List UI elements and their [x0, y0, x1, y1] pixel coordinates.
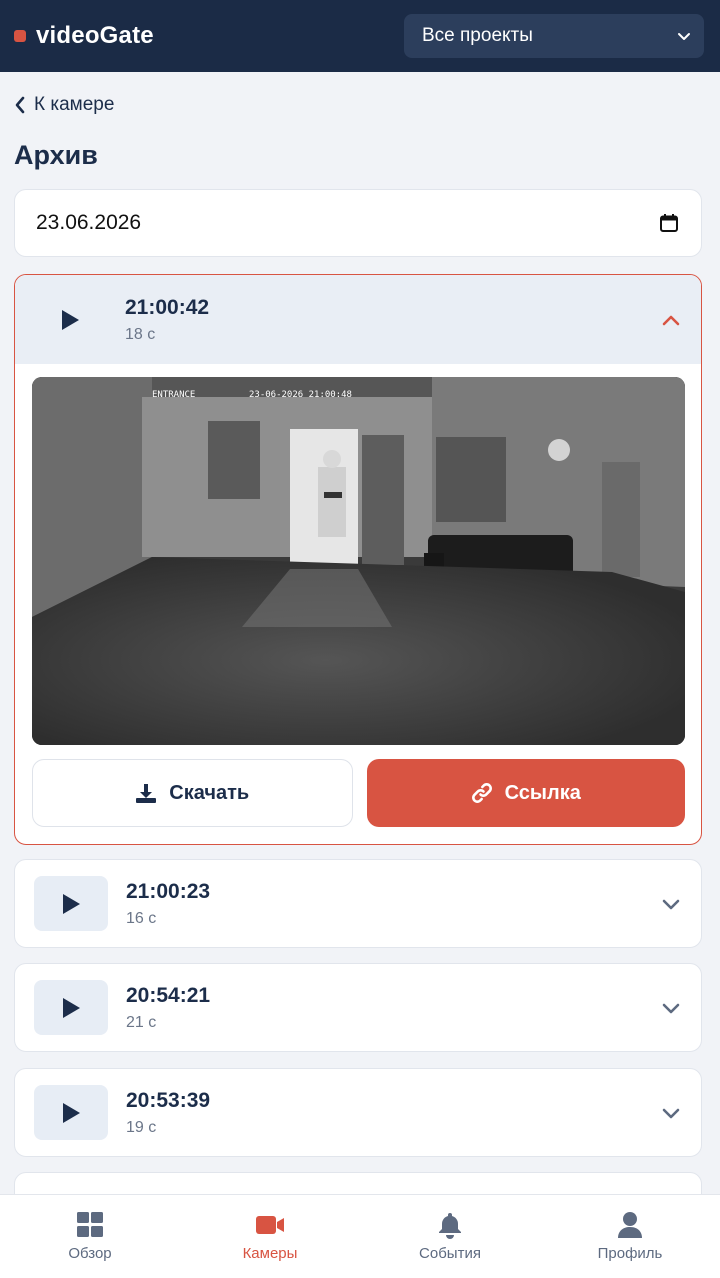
- nav-label: Обзор: [68, 1245, 112, 1262]
- nav-label: События: [419, 1245, 481, 1262]
- play-button[interactable]: [34, 876, 108, 931]
- nav-label: Камеры: [242, 1245, 298, 1262]
- record-time: 20:53:39: [126, 1088, 211, 1112]
- record-duration: 21 с: [126, 1013, 157, 1031]
- link-icon: [471, 783, 492, 803]
- play-button[interactable]: [34, 1085, 108, 1140]
- play-button[interactable]: [15, 275, 125, 364]
- video-overlay-label: ENTRANCE: [152, 390, 195, 400]
- top-bar: videoGate Все проекты: [0, 0, 720, 72]
- record-time: 20:54:21: [126, 983, 211, 1007]
- user-icon: [618, 1212, 642, 1238]
- video-player[interactable]: ENTRANCE 23-06-2026 21:00:48: [32, 377, 685, 745]
- record-time: 21:00:23: [126, 879, 211, 903]
- play-icon: [62, 309, 79, 330]
- video-overlay-timestamp: 23-06-2026 21:00:48: [249, 390, 352, 400]
- video-frame: ENTRANCE 23-06-2026 21:00:48: [32, 377, 685, 745]
- play-icon: [63, 1102, 80, 1123]
- record-duration: 19 с: [126, 1118, 157, 1136]
- chevron-down-icon[interactable]: [661, 897, 681, 911]
- share-link-button[interactable]: Ссылка: [366, 759, 685, 827]
- chevron-down-icon: [678, 33, 690, 40]
- date-input[interactable]: 23.06.2026: [14, 189, 702, 257]
- record-time: 21:00:42: [125, 295, 210, 319]
- archive-record[interactable]: 21:00:23 16 с: [14, 859, 702, 948]
- download-button[interactable]: Скачать: [32, 759, 353, 827]
- link-label: Ссылка: [504, 781, 581, 804]
- download-icon: [136, 784, 157, 803]
- date-value: 23.06.2026: [36, 211, 142, 234]
- bell-icon: [439, 1213, 461, 1239]
- chevron-left-icon: [15, 96, 25, 114]
- bottom-nav: Обзор Камеры События Профиль: [0, 1194, 720, 1278]
- play-icon: [63, 997, 80, 1018]
- nav-profile[interactable]: Профиль: [540, 1195, 720, 1278]
- page-title: Архив: [14, 140, 98, 170]
- back-to-camera-link[interactable]: К камере: [14, 94, 114, 116]
- download-label: Скачать: [169, 781, 250, 804]
- back-link-label: К камере: [34, 94, 115, 115]
- brand-name: videoGate: [36, 22, 154, 49]
- brand[interactable]: videoGate: [14, 22, 154, 50]
- archive-record[interactable]: 20:54:21 21 с: [14, 963, 702, 1052]
- record-header[interactable]: 21:00:42 18 с: [15, 275, 701, 364]
- nav-events[interactable]: События: [360, 1195, 540, 1278]
- project-select[interactable]: Все проекты: [404, 14, 704, 58]
- video-camera-icon: [256, 1216, 284, 1234]
- project-select-value: Все проекты: [422, 25, 533, 46]
- archive-record-expanded: 21:00:42 18 с ENTRANCE 23-06-2026 21:00:…: [14, 274, 702, 845]
- grid-icon: [77, 1212, 103, 1237]
- nav-label: Профиль: [597, 1245, 663, 1262]
- nav-overview[interactable]: Обзор: [0, 1195, 180, 1278]
- nav-cameras[interactable]: Камеры: [180, 1195, 360, 1278]
- chevron-up-icon[interactable]: [661, 313, 681, 327]
- play-button[interactable]: [34, 980, 108, 1035]
- play-icon: [63, 893, 80, 914]
- brand-logo-icon: [14, 30, 26, 42]
- calendar-icon[interactable]: [659, 213, 679, 233]
- record-duration: 18 с: [125, 325, 156, 343]
- chevron-down-icon[interactable]: [661, 1106, 681, 1120]
- record-duration: 16 с: [126, 909, 157, 927]
- archive-record[interactable]: 20:53:39 19 с: [14, 1068, 702, 1157]
- chevron-down-icon[interactable]: [661, 1001, 681, 1015]
